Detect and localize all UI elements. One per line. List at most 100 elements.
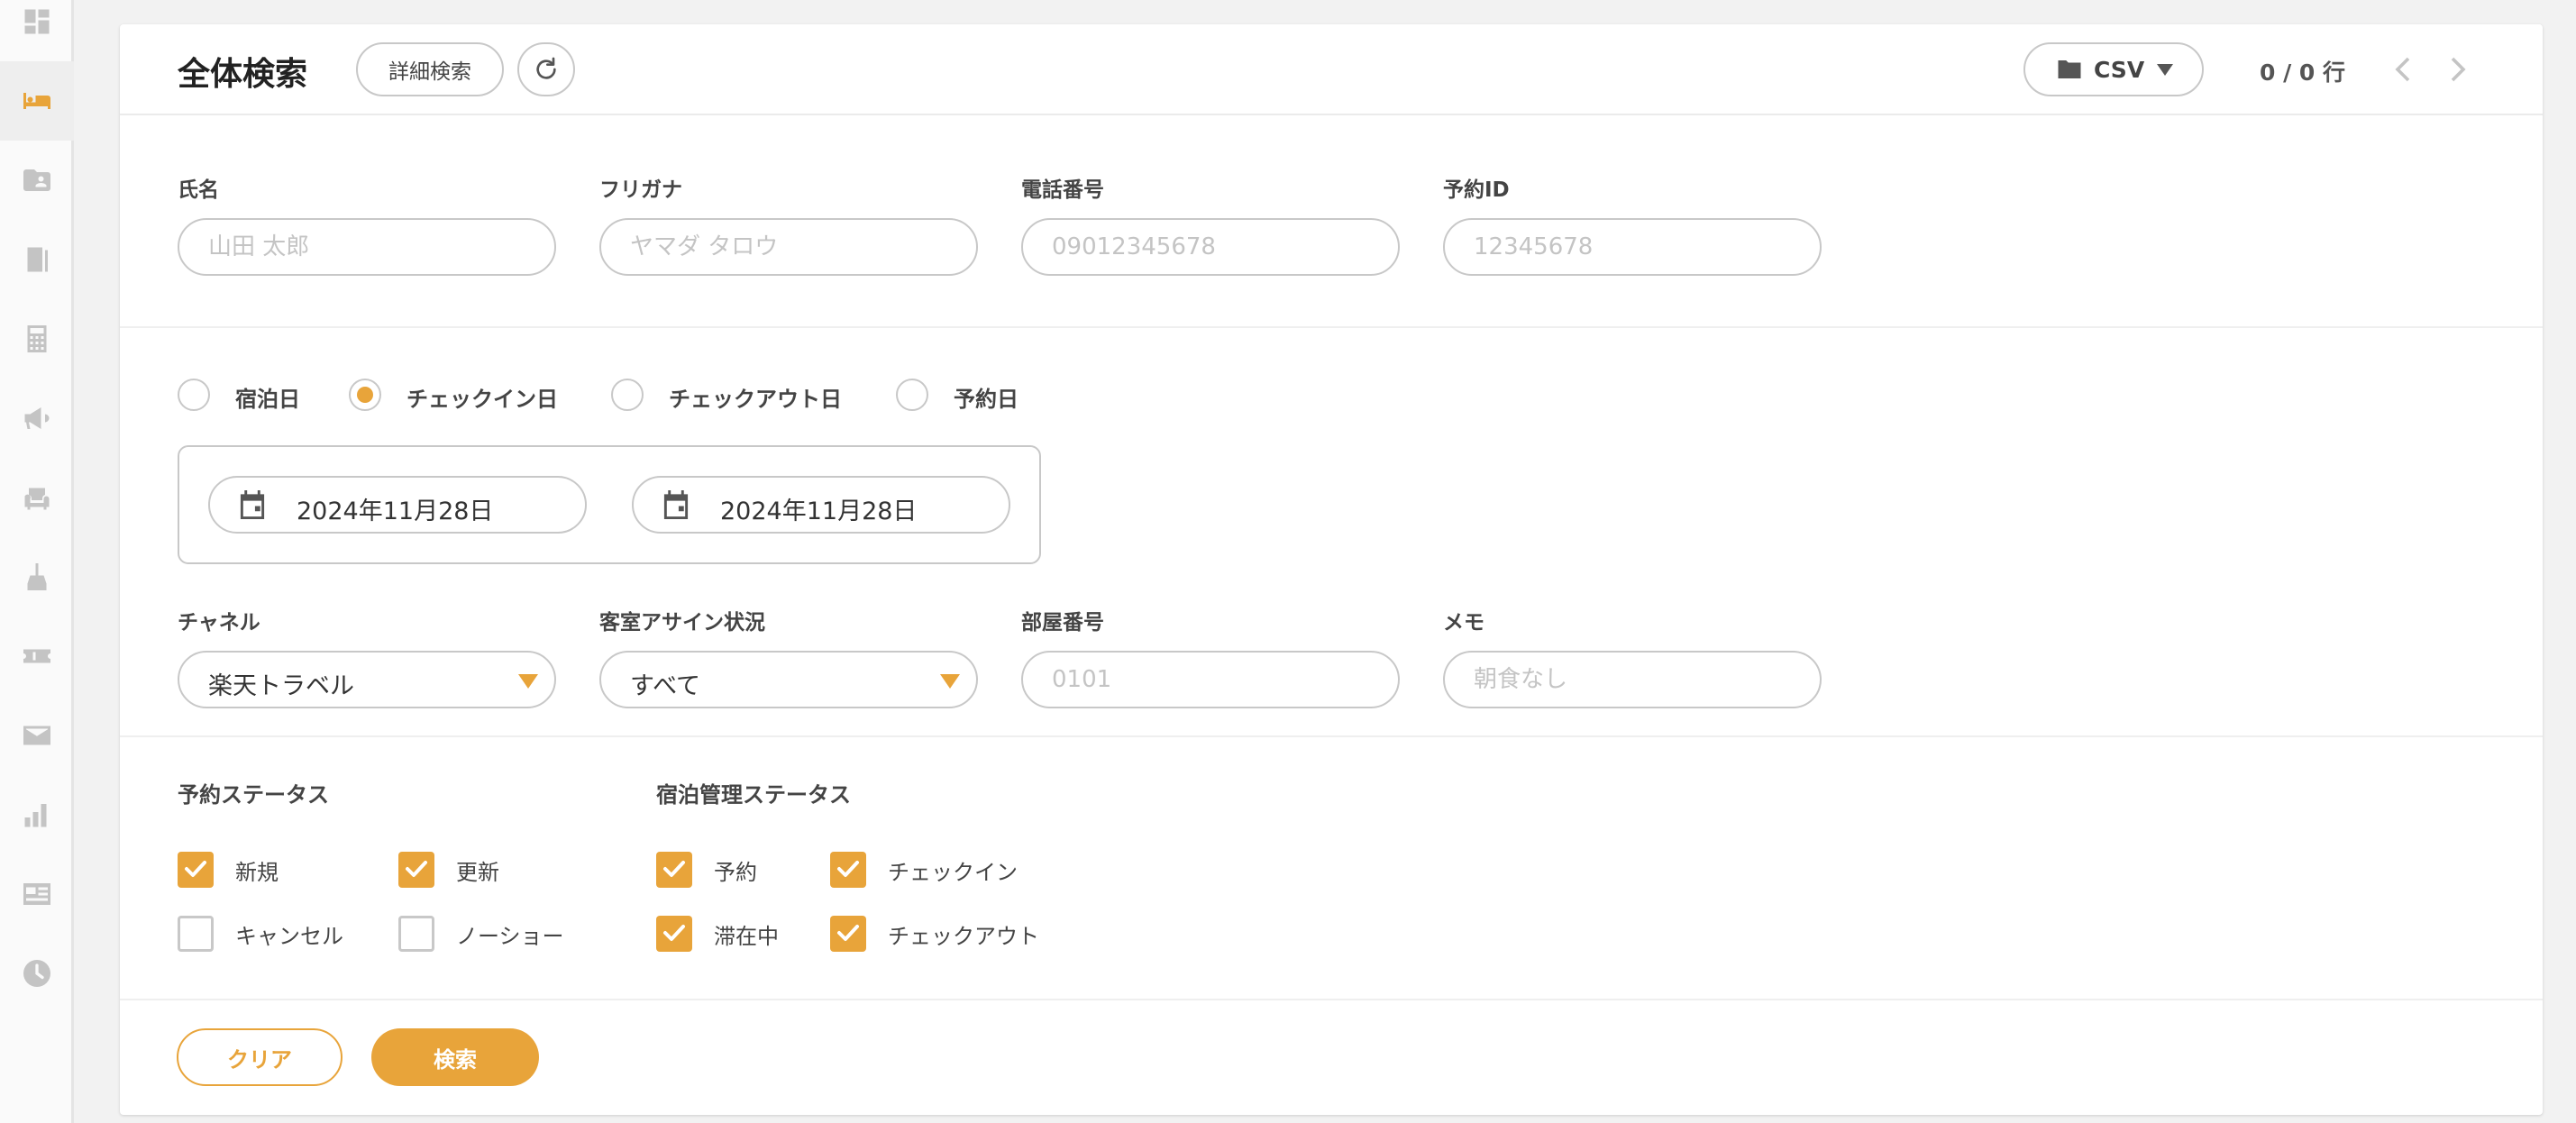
check-icon (837, 861, 859, 877)
checkbox-stay-checkin-label: チェックイン (888, 860, 1018, 885)
chevron-right-icon (2451, 57, 2466, 82)
checkbox-status-cancel[interactable] (178, 916, 214, 952)
armchair-icon (24, 488, 50, 510)
bar-chart-icon (24, 804, 47, 827)
room-number-input[interactable] (1021, 651, 1400, 708)
chevron-left-icon (2395, 57, 2410, 82)
checkbox-status-noshow-label: ノーショー (456, 924, 564, 949)
radio-stay-date-label: 宿泊日 (235, 387, 300, 412)
check-icon (185, 861, 206, 877)
phone-label: 電話番号 (1021, 178, 1104, 202)
checkbox-stay-checkout[interactable] (830, 916, 866, 952)
refresh-icon (536, 57, 556, 79)
ticket-icon (23, 649, 50, 663)
advanced-search-label: 詳細検索 (388, 60, 471, 84)
sidebar-item-doors[interactable] (0, 220, 74, 299)
sidebar-item-customers[interactable] (0, 141, 74, 220)
clear-button[interactable]: クリア (177, 1028, 343, 1086)
sidebar-item-facilities[interactable] (0, 458, 74, 537)
reservation-id-label: 予約ID (1443, 178, 1510, 202)
radio-checkout-date-label: チェックアウト日 (669, 387, 842, 412)
channel-select[interactable]: 楽天トラベル (178, 651, 556, 708)
room-assign-value: すべて (630, 672, 701, 700)
door-icon (27, 247, 48, 272)
folder-icon (2058, 60, 2081, 78)
radio-stay-date[interactable] (178, 379, 210, 411)
checkbox-stay-checkout-label: チェックアウト (888, 924, 1039, 949)
check-icon (406, 861, 427, 877)
radio-booking-date[interactable] (896, 379, 928, 411)
reservation-status-label: 予約ステータス (178, 782, 329, 808)
caret-down-icon (518, 674, 538, 689)
date-to-text: 2024年11月28日 (720, 498, 918, 525)
sidebar-item-tickets[interactable] (0, 616, 74, 696)
csv-label: CSV (2094, 56, 2145, 83)
clear-button-label: クリア (227, 1046, 292, 1073)
checkbox-status-updated[interactable] (398, 852, 434, 888)
stay-status-label: 宿泊管理ステータス (656, 782, 851, 808)
calculator-icon (27, 325, 47, 352)
refresh-button[interactable] (517, 42, 575, 96)
sidebar-item-cleaning[interactable] (0, 537, 74, 616)
radio-checkin-date[interactable] (349, 379, 381, 411)
sidebar-item-accounting[interactable] (0, 299, 74, 379)
radio-booking-date-label: 予約日 (954, 387, 1019, 412)
calendar-icon (240, 490, 265, 519)
channel-label: チャネル (178, 611, 260, 635)
checkbox-status-noshow[interactable] (398, 916, 434, 952)
checkbox-status-new[interactable] (178, 852, 214, 888)
dashboard-icon (24, 9, 50, 34)
sidebar-item-history[interactable] (0, 934, 74, 1013)
search-panel: 全体検索 詳細検索 CSV 0 / 0 行 氏名 フリガナ 電話番号 予約ID (120, 24, 2543, 1115)
name-label: 氏名 (178, 178, 219, 202)
reservation-id-input[interactable] (1443, 218, 1822, 276)
section-divider (120, 999, 2543, 1000)
mail-icon (23, 726, 50, 745)
prev-page-button[interactable] (2385, 51, 2421, 87)
checkbox-stay-checkin[interactable] (830, 852, 866, 888)
broom-icon (27, 563, 47, 590)
search-button[interactable]: 検索 (371, 1028, 539, 1086)
memo-input[interactable] (1443, 651, 1822, 708)
checkbox-stay-reserved[interactable] (656, 852, 692, 888)
advanced-search-button[interactable]: 詳細検索 (356, 42, 504, 96)
channel-value: 楽天トラベル (208, 672, 354, 700)
sidebar-item-rooms[interactable] (0, 61, 74, 141)
page-title: 全体検索 (178, 56, 308, 93)
date-from-text: 2024年11月28日 (297, 498, 494, 525)
kana-input[interactable] (599, 218, 978, 276)
radio-checkout-date[interactable] (611, 379, 644, 411)
section-divider (120, 326, 2543, 328)
checkbox-status-cancel-label: キャンセル (235, 924, 343, 949)
csv-export-button[interactable]: CSV (2023, 42, 2204, 96)
kana-label: フリガナ (599, 178, 682, 202)
clock-icon (23, 960, 50, 987)
checkbox-stay-staying-label: 滞在中 (714, 924, 779, 949)
calendar-icon (663, 490, 689, 519)
sidebar-item-dashboard[interactable] (0, 0, 74, 61)
name-input[interactable] (178, 218, 556, 276)
check-icon (663, 925, 685, 941)
bed-icon (23, 93, 50, 109)
panel-header: 全体検索 詳細検索 CSV 0 / 0 行 (120, 24, 2543, 115)
caret-down-icon (940, 674, 960, 689)
room-assign-label: 客室アサイン状況 (599, 611, 765, 635)
megaphone-icon (24, 407, 50, 429)
checkbox-stay-staying[interactable] (656, 916, 692, 952)
newspaper-icon (23, 883, 50, 905)
checkbox-status-updated-label: 更新 (456, 860, 499, 885)
room-number-label: 部屋番号 (1021, 611, 1104, 635)
sidebar-item-promotions[interactable] (0, 379, 74, 458)
sidebar (0, 0, 74, 1123)
next-page-button[interactable] (2440, 51, 2476, 87)
room-assign-select[interactable]: すべて (599, 651, 978, 708)
sidebar-item-mail[interactable] (0, 696, 74, 775)
memo-label: メモ (1443, 611, 1484, 635)
sidebar-item-news[interactable] (0, 854, 74, 934)
phone-input[interactable] (1021, 218, 1400, 276)
radio-checkin-date-label: チェックイン日 (406, 387, 558, 412)
date-to-picker[interactable]: 2024年11月28日 (632, 476, 1010, 534)
date-from-picker[interactable]: 2024年11月28日 (208, 476, 587, 534)
sidebar-item-reports[interactable] (0, 775, 74, 854)
check-icon (837, 925, 859, 941)
